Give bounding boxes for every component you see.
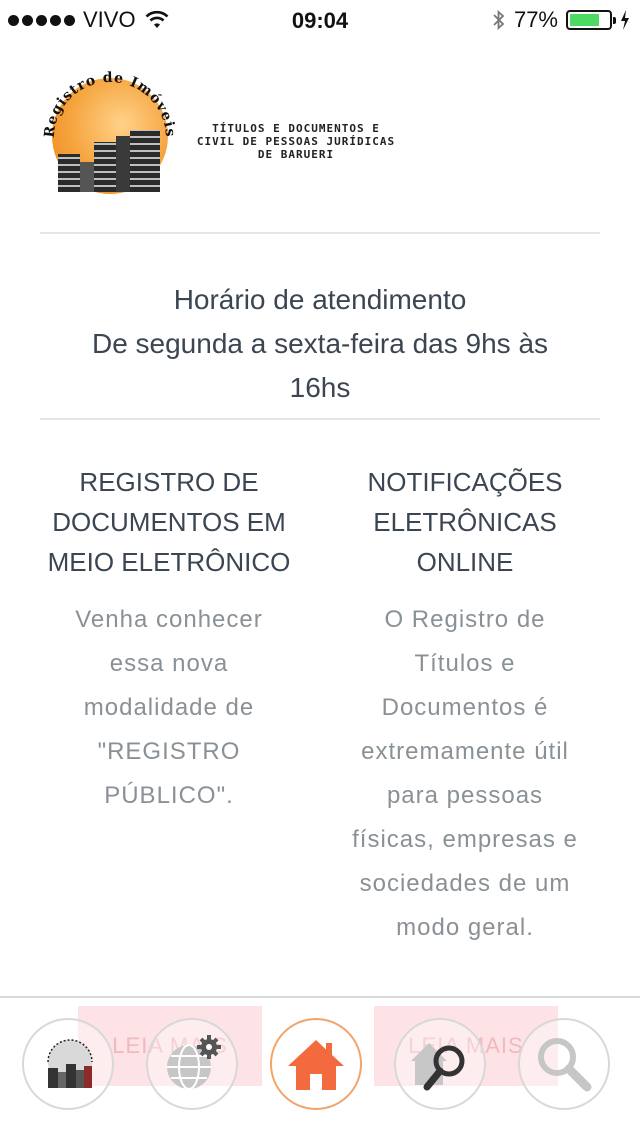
logo-caption-line: CIVIL DE PESSOAS JURÍDICAS [196, 135, 396, 148]
hours-days: De segunda a sexta-feira das 9hs às [91, 328, 549, 359]
charging-bolt-icon [621, 10, 629, 30]
feature-title-line: NOTIFICAÇÕES [367, 467, 563, 497]
feature-desc-line: PÚBLICO". [104, 782, 234, 809]
feature-desc-line: para pessoas [386, 782, 544, 809]
battery-percent: 77% [513, 7, 558, 32]
feature-desc-line: Venha conhecer [75, 606, 263, 633]
feature-title-line: MEIO ELETRÔNICO [47, 547, 291, 577]
divider [40, 232, 600, 234]
feature-description: Venha conhecer essa nova modalidade de "… [34, 598, 304, 818]
feature-desc-line: físicas, empresas e [352, 826, 578, 853]
tab-online-services[interactable] [146, 1018, 238, 1110]
property-search-icon [411, 1043, 465, 1091]
feature-desc-line: extremamente útil [361, 738, 569, 765]
status-right: 77% [492, 0, 630, 40]
feature-desc-line: essa nova [109, 650, 229, 677]
logo-arc-text: Registro de Imóveis [42, 70, 178, 139]
logo-caption-line: DE BARUERI [257, 148, 335, 161]
hours-time: 16hs [289, 372, 351, 403]
feature-desc-line: "REGISTRO [97, 738, 241, 765]
tab-property-search[interactable] [394, 1018, 486, 1110]
feature-desc-line: Títulos e [414, 650, 516, 677]
feature-title-line: ONLINE [416, 547, 514, 577]
home-icon [288, 1040, 344, 1090]
feature-desc-line: modo geral. [396, 914, 534, 941]
registry-logo-icon [47, 1039, 93, 1088]
feature-desc-line: O Registro de [384, 606, 546, 633]
feature-desc-line: modalidade de [83, 694, 255, 721]
feature-title: NOTIFICAÇÕES ELETRÔNICAS ONLINE [330, 462, 600, 582]
tabbar-divider [0, 996, 640, 998]
feature-title: REGISTRO DE DOCUMENTOS EM MEIO ELETRÔNIC… [34, 462, 304, 582]
feature-title-line: REGISTRO DE [79, 467, 259, 497]
tab-home[interactable] [270, 1018, 362, 1110]
tab-registry[interactable] [22, 1018, 114, 1110]
logo-caption-line: TÍTULOS E DOCUMENTOS E [212, 122, 380, 135]
status-bar: VIVO 09:04 77% [0, 0, 640, 40]
logo-caption: TÍTULOS E DOCUMENTOS E CIVIL DE PESSOAS … [176, 122, 416, 161]
battery-icon [566, 10, 616, 30]
feature-electronic-registry: REGISTRO DE DOCUMENTOS EM MEIO ELETRÔNIC… [34, 462, 304, 818]
hours-heading: Horário de atendimento [173, 284, 467, 315]
battery-level [570, 14, 600, 26]
svg-text:Registro de Imóveis: Registro de Imóveis [42, 70, 178, 139]
registry-logo: Registro de Imóveis TÍTULOS E DOCUMENTOS… [40, 60, 420, 200]
feature-title-line: ELETRÔNICAS [373, 507, 557, 537]
opening-hours: Horário de atendimento De segunda a sext… [40, 278, 600, 410]
feature-description: O Registro de Títulos e Documentos é ext… [330, 598, 600, 950]
search-icon [538, 1038, 592, 1092]
globe-settings-icon [167, 1035, 221, 1090]
feature-desc-line: Documentos é [381, 694, 549, 721]
bluetooth-icon [493, 9, 505, 31]
feature-desc-line: sociedades de um [359, 870, 571, 897]
divider [40, 418, 600, 420]
tab-search[interactable] [518, 1018, 610, 1110]
feature-electronic-notifications: NOTIFICAÇÕES ELETRÔNICAS ONLINE O Regist… [330, 462, 600, 950]
feature-title-line: DOCUMENTOS EM [52, 507, 286, 537]
